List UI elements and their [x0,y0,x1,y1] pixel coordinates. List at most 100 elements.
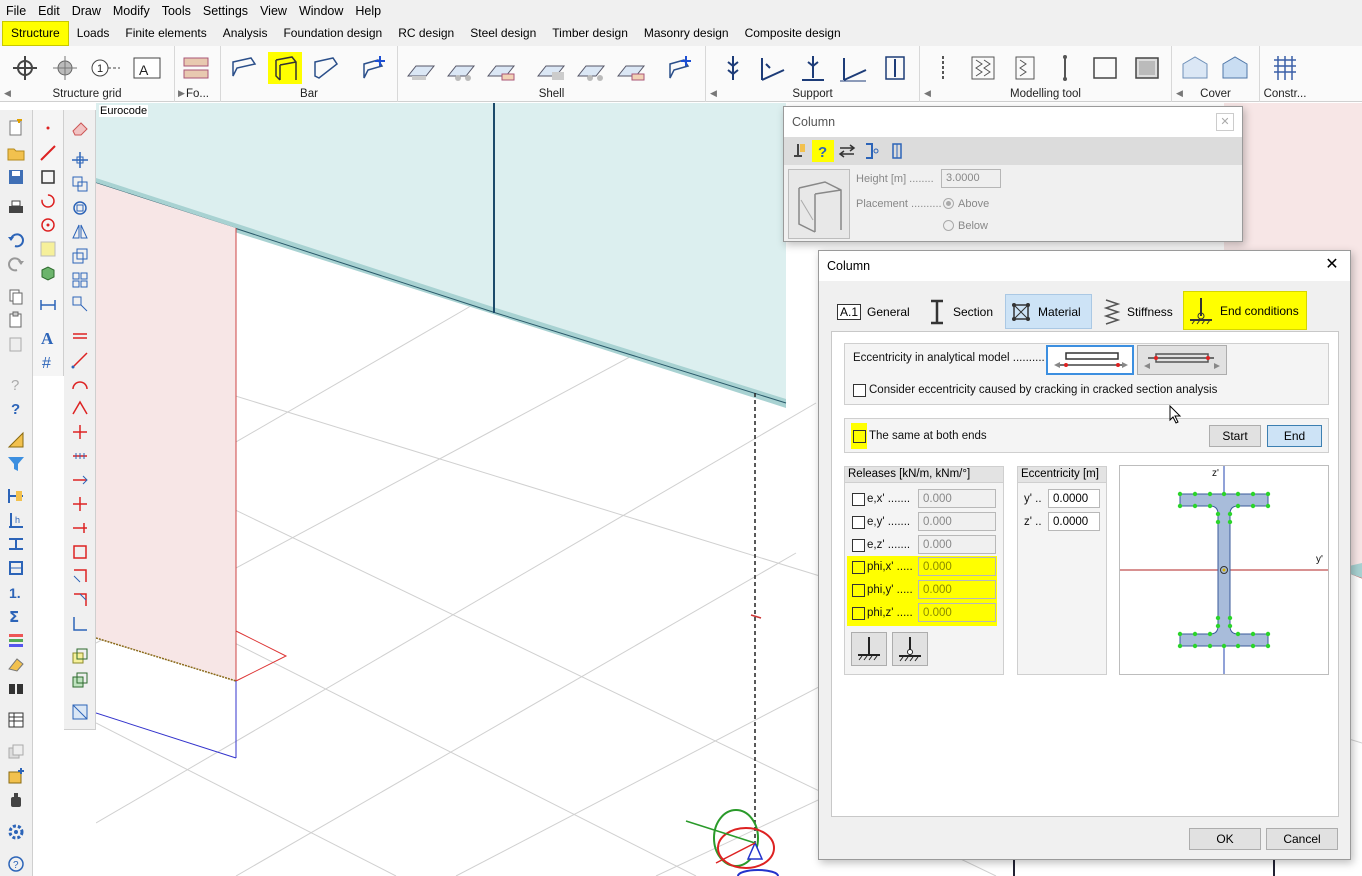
ungroup-icon[interactable] [69,670,91,690]
weight-icon[interactable] [5,790,27,810]
menu-draw[interactable]: Draw [66,1,107,21]
hinge-tool-icon[interactable] [1008,52,1042,84]
circle-draw-icon[interactable] [37,215,59,235]
column-axis-icon[interactable] [886,140,908,162]
filter-icon[interactable] [5,454,27,474]
divide-icon[interactable] [69,446,91,466]
release-phiy-checkbox[interactable] [852,584,865,597]
release-ex-input[interactable]: 0.000 [918,489,996,508]
section-view-icon[interactable] [69,702,91,722]
text-draw-icon[interactable]: A [37,327,59,347]
membrane-icon[interactable] [484,52,518,84]
move-icon[interactable] [69,150,91,170]
line-support-3d-icon[interactable] [836,52,870,84]
release-ez-checkbox[interactable] [852,539,865,552]
copy-move-icon[interactable] [69,174,91,194]
tab-timber-design[interactable]: Timber design [544,22,636,45]
region-tool-icon[interactable] [1088,52,1122,84]
menu-modify[interactable]: Modify [107,1,156,21]
tab-composite-design[interactable]: Composite design [737,22,849,45]
menu-file[interactable]: File [0,1,32,21]
break-icon[interactable] [69,470,91,490]
measure-angle-icon[interactable] [5,430,27,450]
point-draw-icon[interactable] [37,118,59,138]
surface-support-icon[interactable] [878,52,912,84]
level-dim-icon[interactable] [5,534,27,554]
extend-icon[interactable] [69,350,91,370]
plate-icon[interactable] [404,52,438,84]
offset-icon[interactable] [69,542,91,562]
arc-modify-icon[interactable] [69,374,91,394]
save-icon[interactable] [5,167,27,187]
cover-region-icon[interactable] [1218,52,1252,84]
help-icon[interactable]: ? [5,398,27,418]
menu-window[interactable]: Window [293,1,349,21]
release-phiz-checkbox[interactable] [852,607,865,620]
dimension-icon[interactable] [5,486,27,506]
tab-steel-design[interactable]: Steel design [462,22,544,45]
release-ey-input[interactable]: 0.000 [918,512,996,531]
eccentricity-center-button[interactable] [1137,345,1227,375]
axis-icon[interactable] [69,614,91,634]
tab-rc-design[interactable]: RC design [390,22,462,45]
redo-icon[interactable] [5,254,27,274]
shell-hole-icon[interactable] [574,52,608,84]
menu-tools[interactable]: Tools [156,1,197,21]
truss-icon[interactable] [309,52,343,84]
fixed-end-button[interactable] [851,632,887,666]
wall-icon[interactable] [444,52,478,84]
rotate-icon[interactable] [69,198,91,218]
fillet-icon[interactable] [69,566,91,586]
tab-foundation-design[interactable]: Foundation design [275,22,390,45]
section-cut-icon[interactable] [5,558,27,578]
close-icon[interactable]: ✕ [1322,256,1342,276]
tab-structure[interactable]: Structure [2,21,69,46]
shell-region-icon[interactable] [614,52,648,84]
eraser-icon[interactable] [69,118,91,138]
column-icon[interactable] [268,52,302,84]
hinged-end-button[interactable] [892,632,928,666]
table-icon[interactable] [5,710,27,730]
text-label-icon[interactable]: A [130,52,164,84]
trim-icon[interactable] [69,422,91,442]
menu-help[interactable]: Help [349,1,387,21]
stretch-icon[interactable] [69,294,91,314]
pick-icon[interactable] [788,140,810,162]
line-tool-icon[interactable] [1048,52,1082,84]
menu-settings[interactable]: Settings [197,1,254,21]
scale-icon[interactable] [69,246,91,266]
fill-region-icon[interactable] [37,239,59,259]
tab-material[interactable]: Material [1005,294,1092,329]
tab-finite-elements[interactable]: Finite elements [117,22,214,45]
point-support-icon[interactable] [716,52,750,84]
cube-icon[interactable] [37,263,59,283]
scroll-left-icon[interactable]: ◀ [924,88,931,99]
polygon-icon[interactable] [69,398,91,418]
chamfer-icon[interactable] [69,590,91,610]
release-phiz-input[interactable]: 0.000 [918,603,996,622]
cover-icon[interactable] [1178,52,1212,84]
scroll-left-icon[interactable]: ◀ [710,88,717,99]
release-phiy-input[interactable]: 0.000 [918,580,996,599]
cancel-button[interactable]: Cancel [1266,828,1338,850]
same-both-ends-checkbox[interactable] [853,430,866,443]
swap-icon[interactable] [836,140,858,162]
line-support-icon[interactable] [796,52,830,84]
dimension-line-icon[interactable] [37,295,59,315]
layers-icon[interactable] [5,630,27,650]
cracking-eccentricity-checkbox[interactable] [853,384,866,397]
filled-region-tool-icon[interactable] [1130,52,1164,84]
tab-general[interactable]: A.1 General [833,294,919,329]
close-icon[interactable]: ✕ [1216,113,1234,131]
join-icon[interactable] [69,494,91,514]
sum-icon[interactable]: Σ [5,606,27,626]
point-tool-icon[interactable] [926,52,960,84]
arc-draw-icon[interactable] [37,191,59,211]
intersect-icon[interactable] [69,518,91,538]
grid-point-icon[interactable] [8,52,42,84]
group-icon[interactable] [69,646,91,666]
release-phix-input[interactable]: 0.000 [918,557,996,576]
split-icon[interactable] [69,326,91,346]
add-bar-icon[interactable] [358,52,392,84]
paste-special-icon[interactable] [5,334,27,354]
